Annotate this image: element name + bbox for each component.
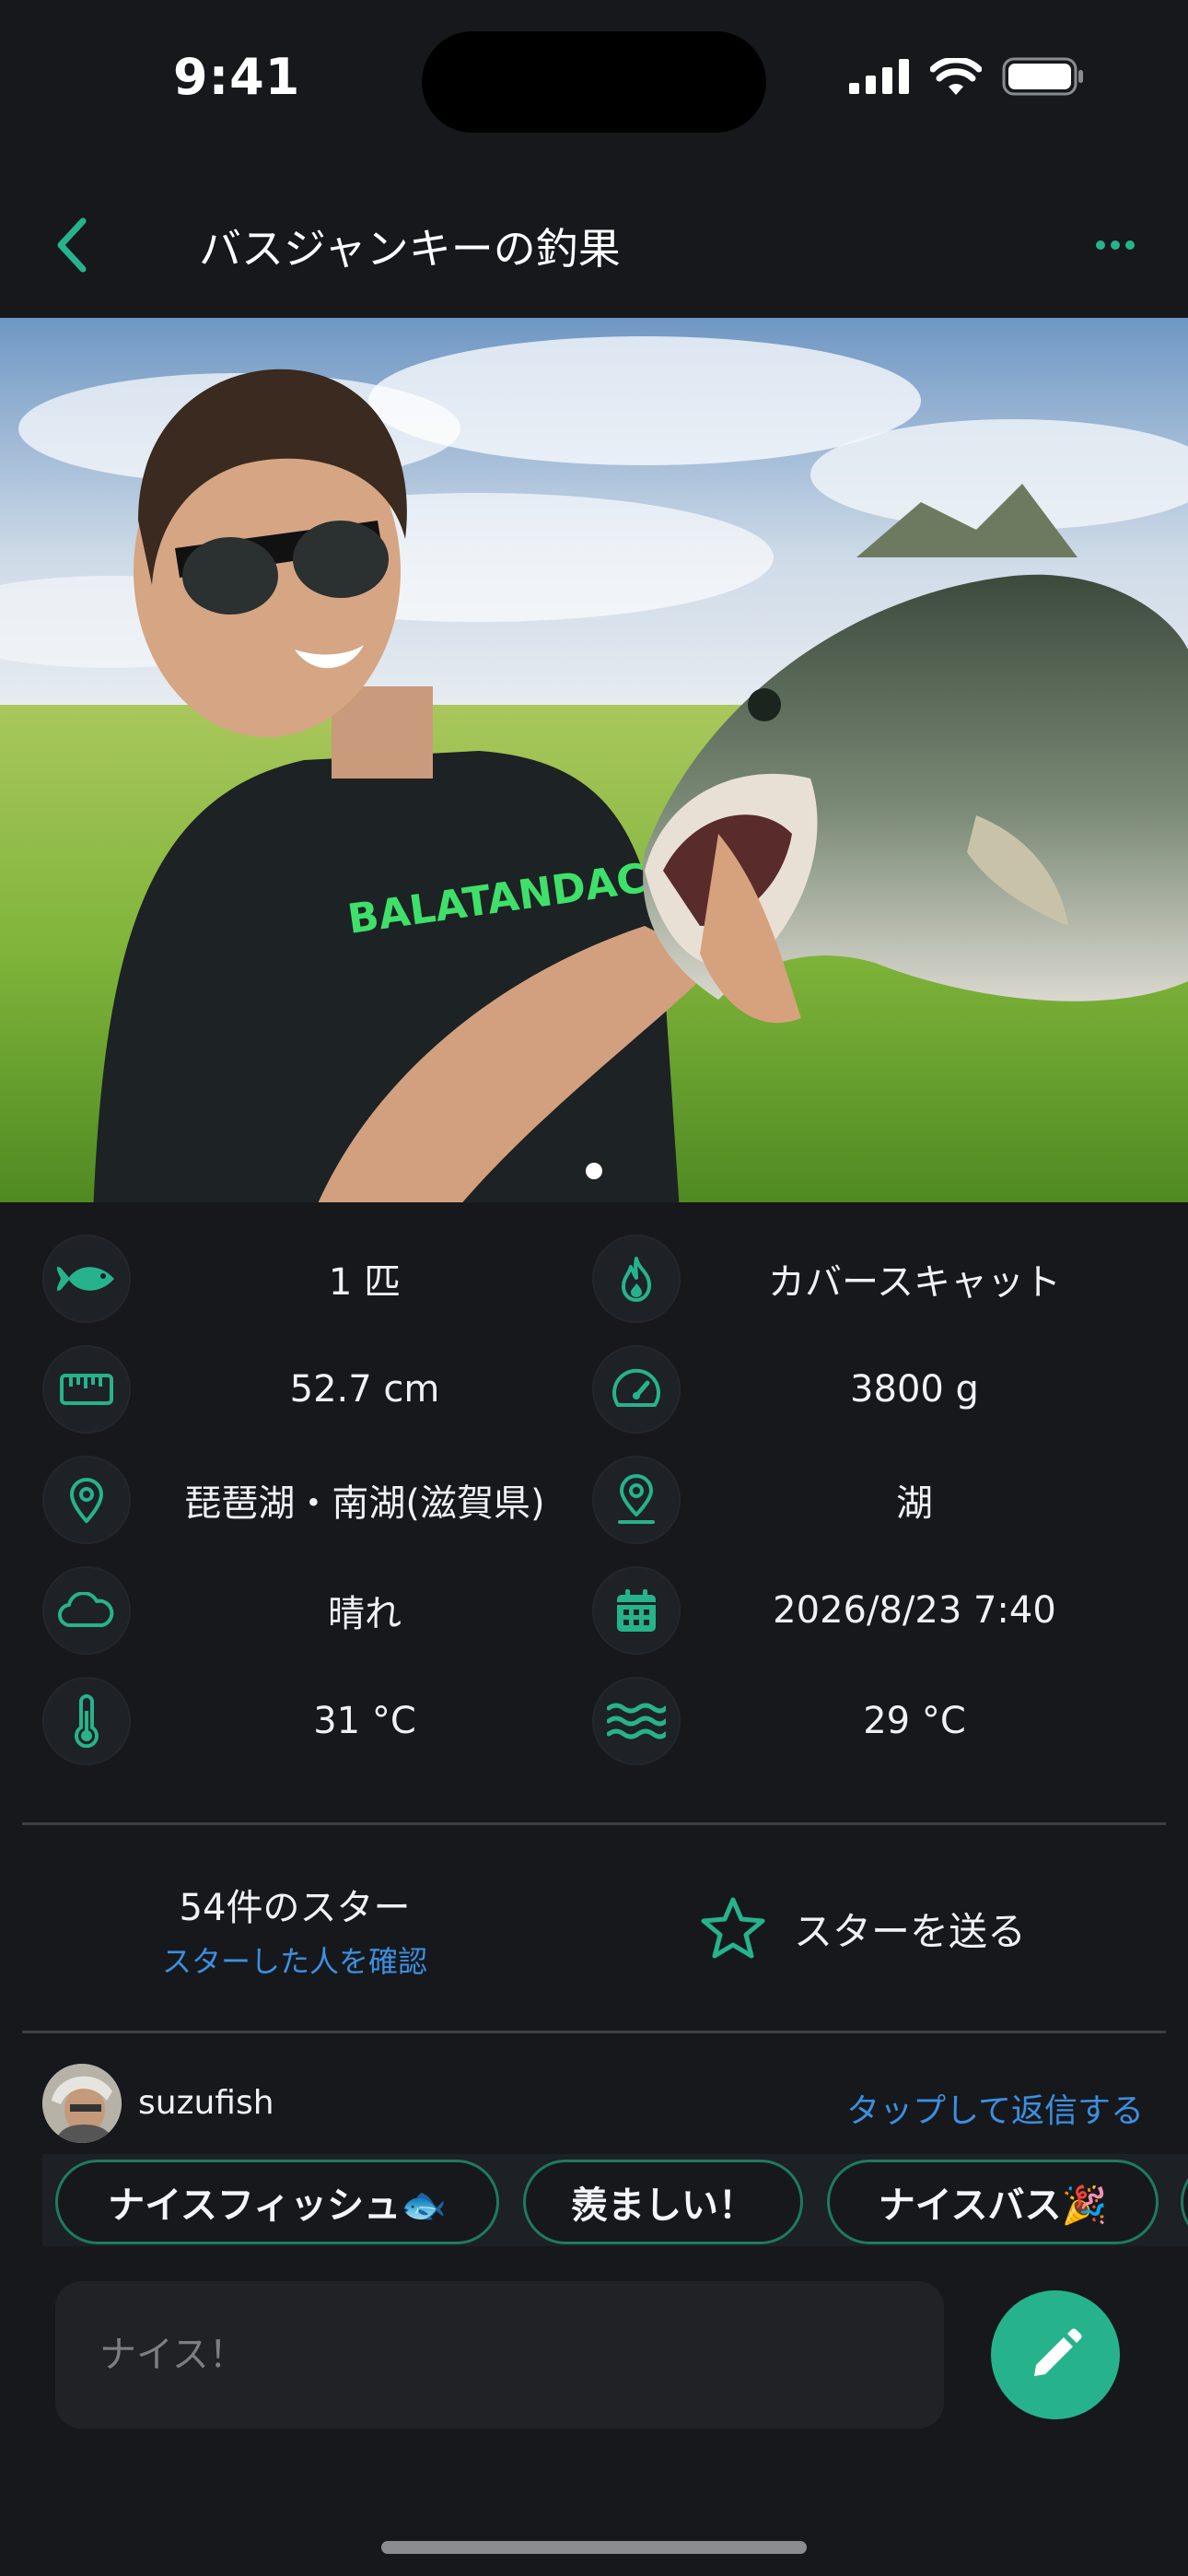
- lure-value: カバースキャット: [768, 1261, 1061, 1304]
- air-temp-value: 31 °C: [313, 1700, 416, 1742]
- detail-datetime: 2026/8/23 7:40: [592, 1557, 1145, 1668]
- divider: [22, 1822, 1166, 1825]
- pencil-icon: [1034, 2328, 1082, 2376]
- back-button[interactable]: [35, 208, 109, 282]
- status-bar: 9:41: [0, 0, 1188, 157]
- map-pin-icon-badge: [42, 1456, 131, 1544]
- detail-row: 31 °C 29 °C: [0, 1668, 1188, 1778]
- stars-section: 54件のスター スターした人を確認 スターを送る: [0, 1826, 1188, 2031]
- water-temp-value: 29 °C: [863, 1700, 966, 1742]
- reply-link[interactable]: タップして返信する: [846, 2084, 1144, 2132]
- battery-icon: [1002, 57, 1083, 96]
- detail-air-temp: 31 °C: [42, 1668, 595, 1778]
- ruler-icon: [60, 1374, 113, 1405]
- length-value: 52.7 cm: [289, 1368, 440, 1411]
- comment-input[interactable]: [99, 2334, 944, 2376]
- quick-reply-chip[interactable]: ナイスバス🎉: [827, 2160, 1159, 2244]
- nav-bar: バスジャンキーの釣果: [0, 175, 1188, 313]
- spot-value: 琵琶湖・南湖(滋賀県): [184, 1482, 545, 1525]
- gauge-icon: [612, 1368, 660, 1407]
- location-marker-icon: [618, 1474, 655, 1524]
- catch-photo[interactable]: BALATANDACA: [0, 318, 1188, 1202]
- water-waves-icon: [607, 1703, 666, 1739]
- see-starred-users-link[interactable]: スターした人を確認: [111, 1938, 479, 1981]
- star-count: 54件のスター: [179, 1887, 411, 1929]
- detail-count: 1 匹: [42, 1225, 595, 1336]
- ruler-icon-badge: [42, 1345, 131, 1434]
- detail-spot: 琵琶湖・南湖(滋賀県): [42, 1446, 595, 1557]
- comment-header: suzufish タップして返信する: [0, 2060, 1188, 2149]
- quick-reply-chips: ナイスフィッシュ🐟 羨ましい！ ナイスバス🎉: [42, 2154, 1188, 2246]
- detail-row: 52.7 cm 3800 g: [0, 1336, 1188, 1446]
- detail-lure: カバースキャット: [592, 1225, 1145, 1336]
- avatar-image: [42, 2064, 122, 2143]
- status-icons: [849, 57, 1085, 96]
- signal-icon: [849, 59, 909, 94]
- detail-weather: 晴れ: [42, 1557, 595, 1668]
- ellipsis-icon: [1096, 240, 1135, 250]
- quick-reply-chip-partial[interactable]: [1181, 2160, 1188, 2244]
- quick-reply-chip[interactable]: ナイスフィッシュ🐟: [55, 2160, 499, 2244]
- comment-input-container: [55, 2281, 944, 2429]
- fish-icon: [57, 1266, 114, 1292]
- detail-row: 琵琶湖・南湖(滋賀県) 湖: [0, 1446, 1188, 1557]
- cloud-icon-badge: [42, 1566, 131, 1655]
- catch-photo-illustration: BALATANDACA: [0, 318, 1188, 1202]
- detail-row: 晴れ 2026/8/23 7:40: [0, 1557, 1188, 1668]
- send-star-button[interactable]: スターを送る: [700, 1896, 1026, 1961]
- calendar-icon-badge: [592, 1566, 681, 1655]
- star-outline-icon: [701, 1897, 765, 1959]
- thermometer-icon: [75, 1694, 99, 1748]
- wifi-icon: [930, 58, 982, 95]
- detail-row: 1 匹 カバースキャット: [0, 1225, 1188, 1336]
- datetime-value: 2026/8/23 7:40: [773, 1589, 1056, 1632]
- map-pin-icon: [70, 1478, 103, 1523]
- quick-reply-chip[interactable]: 羨ましい！: [523, 2160, 803, 2244]
- page-title: バスジャンキーの釣果: [199, 224, 621, 274]
- home-indicator: [381, 2541, 807, 2554]
- detail-weight: 3800 g: [592, 1336, 1145, 1446]
- avatar[interactable]: [42, 2064, 122, 2143]
- more-options-button[interactable]: [1074, 208, 1157, 282]
- gauge-icon-badge: [592, 1345, 681, 1434]
- divider: [22, 2031, 1166, 2033]
- location-marker-icon-badge: [592, 1456, 681, 1544]
- dynamic-island: [422, 31, 766, 133]
- detail-field-type: 湖: [592, 1446, 1145, 1557]
- thermometer-icon-badge: [42, 1677, 131, 1765]
- page-indicator-dot: [586, 1163, 602, 1179]
- cloud-icon: [58, 1592, 114, 1628]
- detail-water-temp: 29 °C: [592, 1668, 1145, 1778]
- compose-button[interactable]: [991, 2290, 1120, 2419]
- calendar-icon: [617, 1589, 656, 1632]
- flame-icon: [622, 1257, 651, 1302]
- flame-icon-badge: [592, 1235, 681, 1323]
- send-star-label: スターを送る: [794, 1908, 1027, 1954]
- status-time: 9:41: [173, 48, 301, 106]
- weight-value: 3800 g: [850, 1368, 979, 1411]
- field-type-value: 湖: [896, 1482, 933, 1525]
- water-waves-icon-badge: [592, 1677, 681, 1765]
- comment-username[interactable]: suzufish: [138, 2084, 274, 2122]
- weather-value: 晴れ: [328, 1593, 402, 1635]
- chevron-left-icon: [57, 217, 87, 273]
- detail-length: 52.7 cm: [42, 1336, 595, 1446]
- fish-icon-badge: [42, 1235, 131, 1323]
- count-value: 1 匹: [328, 1261, 402, 1304]
